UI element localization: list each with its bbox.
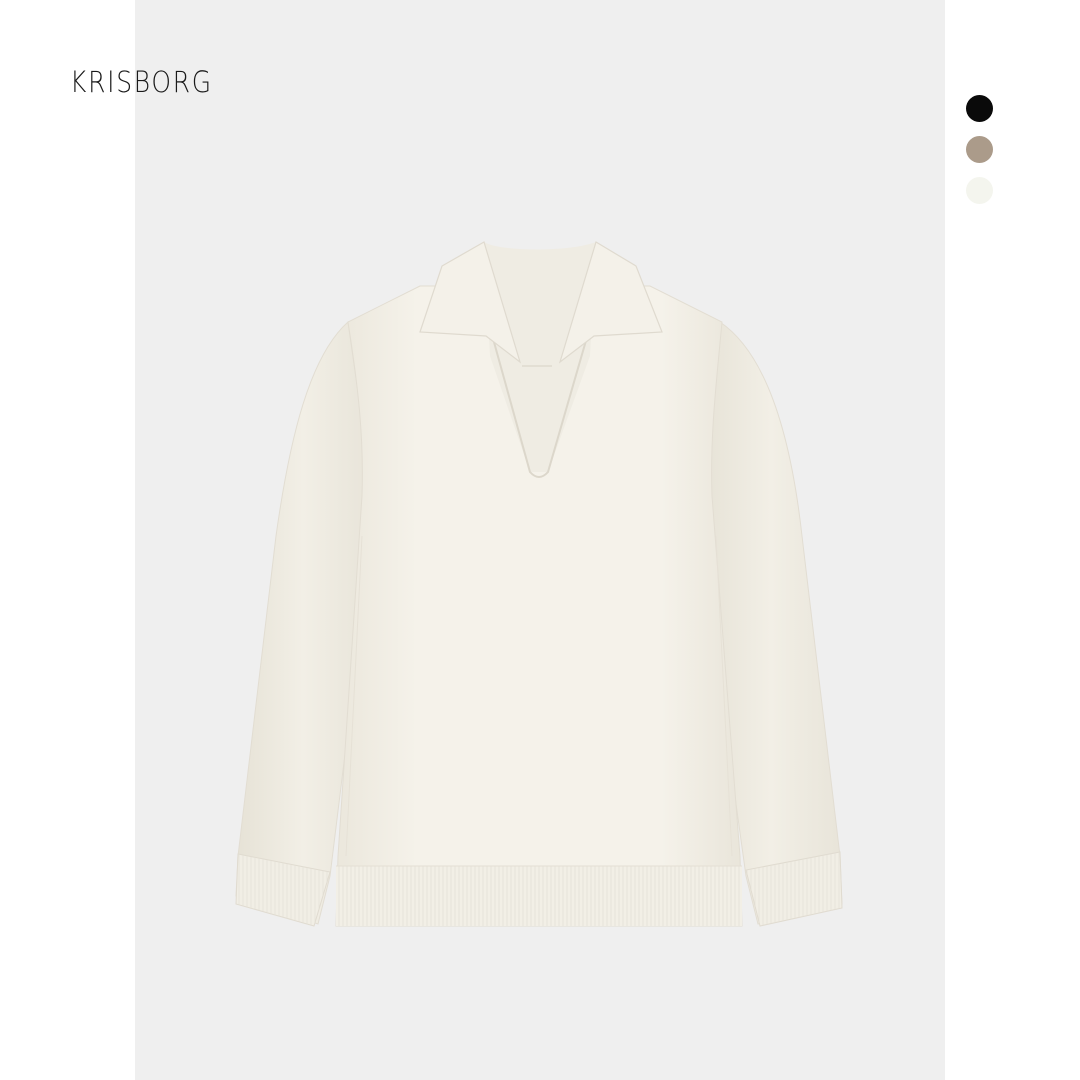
color-swatch-cream[interactable] bbox=[966, 177, 993, 204]
color-swatch-taupe[interactable] bbox=[966, 136, 993, 163]
brand-logo: KRISBORG bbox=[70, 65, 213, 99]
sweater-product-image bbox=[235, 241, 843, 927]
color-swatch-list bbox=[966, 95, 994, 218]
color-swatch-black[interactable] bbox=[966, 95, 993, 122]
product-page: KRISBORG bbox=[0, 0, 1080, 1080]
